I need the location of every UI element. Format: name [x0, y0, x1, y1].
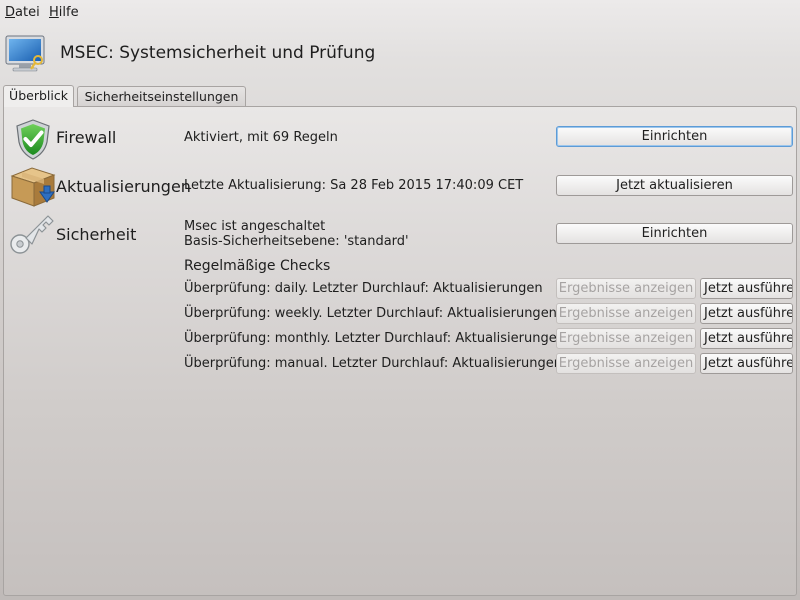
menu-hilfe-mnemonic: H — [49, 5, 59, 20]
check-monthly-run-button[interactable]: Jetzt ausführen — [700, 328, 793, 349]
check-monthly-text: Überprüfung: monthly. Letzter Durchlauf:… — [184, 331, 565, 346]
updates-status: Letzte Aktualisierung: Sa 28 Feb 2015 17… — [184, 178, 524, 193]
security-configure-button[interactable]: Einrichten — [556, 223, 793, 244]
check-weekly-run-button[interactable]: Jetzt ausführen — [700, 303, 793, 324]
security-status-line2: Basis-Sicherheitsebene: 'standard' — [184, 234, 409, 249]
periodic-checks-title: Regelmäßige Checks — [184, 258, 331, 274]
tab-ueberblick[interactable]: Überblick — [3, 85, 74, 107]
security-label: Sicherheit — [56, 225, 137, 244]
check-daily-run-button[interactable]: Jetzt ausführen — [700, 278, 793, 299]
menu-datei-mnemonic: D — [5, 5, 16, 20]
package-download-icon — [10, 167, 56, 207]
check-manual-text: Überprüfung: manual. Letzter Durchlauf: … — [184, 356, 563, 371]
key-icon — [10, 215, 54, 254]
updates-label: Aktualisierungen — [56, 177, 191, 196]
update-now-button[interactable]: Jetzt aktualisieren — [556, 175, 793, 196]
shield-check-icon — [16, 119, 50, 160]
tab-sicherheitseinstellungen[interactable]: Sicherheitseinstellungen — [77, 86, 246, 106]
menu-hilfe[interactable]: Hilfe — [49, 5, 79, 20]
monitor-key-icon — [5, 35, 45, 72]
check-manual-run-button[interactable]: Jetzt ausführen — [700, 353, 793, 374]
menu-datei-label: atei — [15, 5, 40, 20]
menu-hilfe-label: ilfe — [58, 5, 79, 20]
menu-bar: Datei Hilfe — [0, 0, 800, 26]
firewall-status: Aktiviert, mit 69 Regeln — [184, 130, 338, 145]
menu-datei[interactable]: Datei — [5, 5, 40, 20]
security-status-line1: Msec ist angeschaltet — [184, 219, 326, 234]
check-weekly-results-button[interactable]: Ergebnisse anzeigen — [556, 303, 696, 324]
check-daily-text: Überprüfung: daily. Letzter Durchlauf: A… — [184, 281, 543, 296]
app-title: MSEC: Systemsicherheit und Prüfung — [60, 43, 376, 63]
firewall-configure-button[interactable]: Einrichten — [556, 126, 793, 147]
check-manual-results-button[interactable]: Ergebnisse anzeigen — [556, 353, 696, 374]
check-daily-results-button[interactable]: Ergebnisse anzeigen — [556, 278, 696, 299]
firewall-label: Firewall — [56, 128, 117, 147]
check-weekly-text: Überprüfung: weekly. Letzter Durchlauf: … — [184, 306, 557, 321]
check-monthly-results-button[interactable]: Ergebnisse anzeigen — [556, 328, 696, 349]
